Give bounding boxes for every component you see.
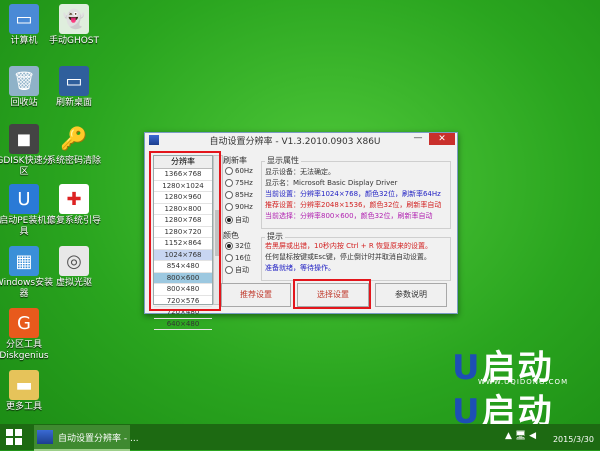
- clock-date: 2015/3/30: [552, 435, 594, 444]
- task-label: 自动设置分辨率 - ...: [58, 434, 139, 444]
- task-app-icon: [37, 430, 53, 444]
- refresh-85hz-radio[interactable]: 85Hz: [225, 191, 253, 199]
- tip-status: 准备就绪，等待操作。: [265, 264, 335, 272]
- start-button[interactable]: [6, 429, 22, 445]
- window-titlebar[interactable]: 自动设置分辨率 - V1.3.2010.0903 X86U — ✕: [145, 133, 457, 147]
- display-device: 显示设备：无法确定。: [265, 168, 335, 176]
- refresh-90hz-radio[interactable]: 90Hz: [225, 203, 253, 211]
- recommended-setting: 推荐设置：分辨率2048×1536，颜色32位，刷新率自动: [265, 201, 442, 209]
- highlight-box-select-button: [293, 279, 371, 309]
- resolution-window: 自动设置分辨率 - V1.3.2010.0903 X86U — ✕ 分辨率 13…: [144, 132, 458, 330]
- windows-logo-icon: [6, 429, 13, 436]
- ghost-icon: 👻: [59, 4, 89, 34]
- refresh-rate-label: 刷新率: [223, 156, 247, 165]
- desktop-icon-refresh[interactable]: ▭ 刷新桌面: [42, 66, 106, 109]
- minimize-button[interactable]: —: [409, 133, 427, 145]
- desktop-icon-diskgenius[interactable]: G 分区工具Diskgenius: [0, 308, 56, 362]
- windows-logo-icon: [6, 438, 13, 445]
- color-32bit-radio[interactable]: 32位: [225, 241, 251, 251]
- computer-icon: ▭: [9, 4, 39, 34]
- radio-label: 85Hz: [235, 191, 253, 199]
- taskbar-item-resolution[interactable]: 自动设置分辨率 - ...: [34, 425, 139, 451]
- radio-dot: [225, 266, 233, 274]
- taskbar: 自动设置分辨率 - ... ▲ 🖥 ◀ 2015/3/30: [0, 424, 600, 451]
- radio-dot: [225, 191, 233, 199]
- radio-label: 60Hz: [235, 167, 253, 175]
- folder-icon: ▬: [9, 370, 39, 400]
- virtual-drive-icon: ◎: [59, 246, 89, 276]
- radio-label: 75Hz: [235, 179, 253, 187]
- radio-label: 32位: [235, 242, 251, 250]
- color-label: 颜色: [223, 231, 239, 240]
- display-properties-label: 显示属性: [265, 155, 301, 166]
- recommend-settings-button[interactable]: 推荐设置: [221, 283, 291, 307]
- desktop-icon-ghost[interactable]: 👻 手动GHOST: [42, 4, 106, 47]
- diskgenius-icon: G: [9, 308, 39, 338]
- radio-label: 90Hz: [235, 203, 253, 211]
- color-auto-radio[interactable]: 自动: [225, 265, 249, 275]
- display-name: 显示名：Microsoft Basic Display Driver: [265, 179, 398, 187]
- refresh-75hz-radio[interactable]: 75Hz: [225, 179, 253, 187]
- windows-installer-icon: ▦: [9, 246, 39, 276]
- recycle-bin-icon: 🗑: [9, 66, 39, 96]
- windows-logo-icon: [15, 429, 22, 436]
- current-choice: 当前选择：分辨率800×600，颜色32位，刷新率自动: [265, 212, 433, 220]
- gdisk-icon: ◼: [9, 124, 39, 154]
- key-icon: 🔑: [60, 126, 88, 152]
- desktop-icon-password[interactable]: 🔑 系统密码清除: [42, 124, 106, 167]
- desktop-icon-boot-repair[interactable]: ✚ 修复系统引导: [42, 184, 106, 227]
- radio-label: 16位: [235, 254, 251, 262]
- radio-label: 自动: [235, 216, 249, 224]
- windows-logo-icon: [15, 438, 22, 445]
- radio-dot: [225, 254, 233, 262]
- radio-dot: [225, 167, 233, 175]
- radio-dot-checked: [225, 216, 233, 224]
- parameter-help-button[interactable]: 参数说明: [375, 283, 447, 307]
- first-aid-icon: ✚: [59, 184, 89, 214]
- refresh-60hz-radio[interactable]: 60Hz: [225, 167, 253, 175]
- current-setting: 当前设置：分辨率1024×768，颜色32位，刷新率64Hz: [265, 190, 441, 198]
- window-title: 自动设置分辨率 - V1.3.2010.0903 X86U: [209, 137, 381, 147]
- radio-dot: [225, 179, 233, 187]
- refresh-auto-radio[interactable]: 自动: [225, 215, 249, 225]
- monitor-icon: ▭: [59, 66, 89, 96]
- system-tray[interactable]: ▲ 🖥 ◀: [505, 431, 536, 441]
- highlight-box-resolution-list: [149, 151, 221, 311]
- radio-dot-checked: [225, 242, 233, 250]
- desktop-icon-more-tools[interactable]: ▬ 更多工具: [0, 370, 56, 413]
- radio-label: 自动: [235, 266, 249, 274]
- radio-dot: [225, 203, 233, 211]
- u-install-icon: U: [9, 184, 39, 214]
- tip-rollback: 若黑屏或出错，10秒内按 Ctrl + R 恢复原来的设置。: [265, 242, 432, 250]
- resolution-item[interactable]: 640×480: [154, 319, 212, 330]
- close-button[interactable]: ✕: [429, 133, 455, 145]
- clock[interactable]: 2015/3/30: [553, 427, 594, 445]
- color-16bit-radio[interactable]: 16位: [225, 253, 251, 263]
- tip-cancel: 任何鼠标按键或Esc键，停止倒计时并取消自动设置。: [265, 253, 431, 261]
- desktop-icon-virtual-drive[interactable]: ◎ 虚拟光驱: [42, 246, 106, 289]
